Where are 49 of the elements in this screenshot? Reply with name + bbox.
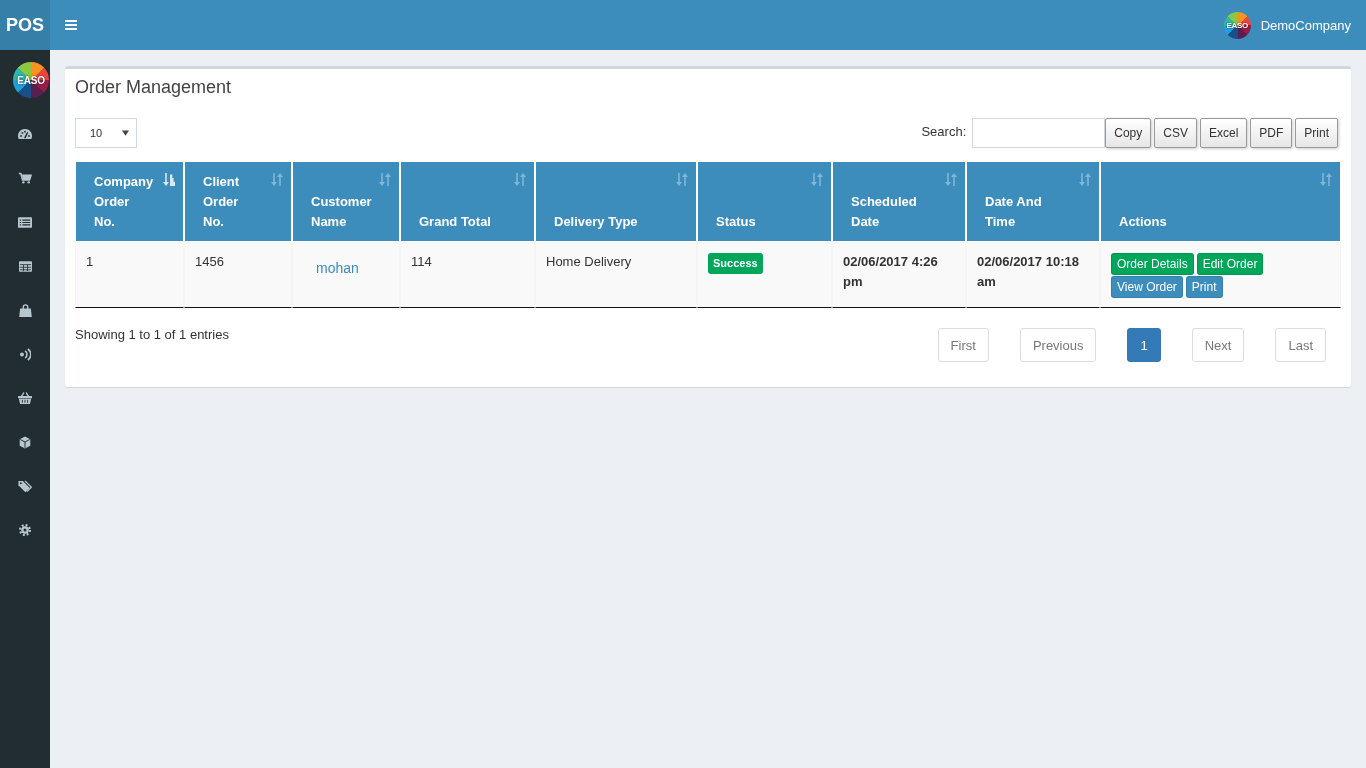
sort-ascending-icon[interactable] [163, 173, 175, 186]
page-length-select[interactable]: 10 [75, 118, 137, 148]
action-button[interactable]: Order Details [1111, 253, 1194, 275]
column-header[interactable]: Scheduled Date [832, 162, 966, 242]
column-header[interactable]: Status [697, 162, 832, 242]
table-cell: 1456 [184, 242, 292, 308]
bag-icon[interactable] [18, 303, 32, 317]
column-header[interactable]: Grand Total [400, 162, 535, 242]
table-cell: 02/06/2017 10:18 am [966, 242, 1100, 308]
menu-icon[interactable] [65, 20, 77, 30]
action-button[interactable]: Print [1185, 276, 1223, 298]
table-info: Showing 1 to 1 of 1 entries [75, 326, 229, 344]
basket-icon[interactable] [18, 392, 32, 404]
table-tool-button[interactable]: Excel [1199, 118, 1248, 148]
table-tool-button[interactable]: PDF [1250, 118, 1293, 148]
table-cell: 02/06/2017 4:26 pm [832, 242, 966, 308]
user-name[interactable]: DemoCompany [1260, 17, 1351, 33]
table-tool-button[interactable]: Copy [1105, 118, 1152, 148]
column-header[interactable]: Customer Name [292, 162, 400, 242]
action-button[interactable]: Edit Order [1196, 253, 1264, 275]
cube-icon[interactable] [19, 435, 31, 449]
cart-icon[interactable] [18, 172, 32, 184]
company-logo: EASO [13, 62, 49, 98]
column-header[interactable]: Company Order No. [75, 162, 184, 242]
table-cell: Home Delivery [535, 242, 697, 308]
pagination-button[interactable]: 1 [1127, 328, 1161, 362]
signal-waves-icon[interactable] [19, 347, 31, 361]
company-logo: EASO [1223, 11, 1251, 39]
column-header[interactable]: Delivery Type [535, 162, 697, 242]
column-header[interactable]: Actions [1100, 162, 1341, 242]
column-header[interactable]: Client Order No. [184, 162, 292, 242]
gauge-icon[interactable] [18, 129, 32, 139]
action-button[interactable]: View Order [1111, 276, 1183, 298]
search-label: Search: [921, 124, 967, 139]
column-header[interactable]: Date And Time [966, 162, 1100, 242]
table-link[interactable]: mohan [316, 259, 359, 277]
list-icon[interactable] [18, 216, 32, 228]
status-label: Success [708, 253, 763, 274]
table-tool-button[interactable]: Print [1295, 118, 1338, 148]
brand-logo[interactable]: POS [0, 0, 50, 50]
table-cell: 114 [400, 242, 535, 308]
table-tool-button[interactable]: CSV [1154, 118, 1197, 148]
settings-icon[interactable] [19, 524, 31, 536]
tags-icon[interactable] [18, 479, 32, 493]
table-icon[interactable] [18, 260, 32, 272]
table-cell: 1 [75, 242, 184, 308]
panel-title: Order Management [75, 77, 232, 97]
search-field[interactable] [972, 118, 1106, 148]
caret-icon [122, 130, 129, 136]
